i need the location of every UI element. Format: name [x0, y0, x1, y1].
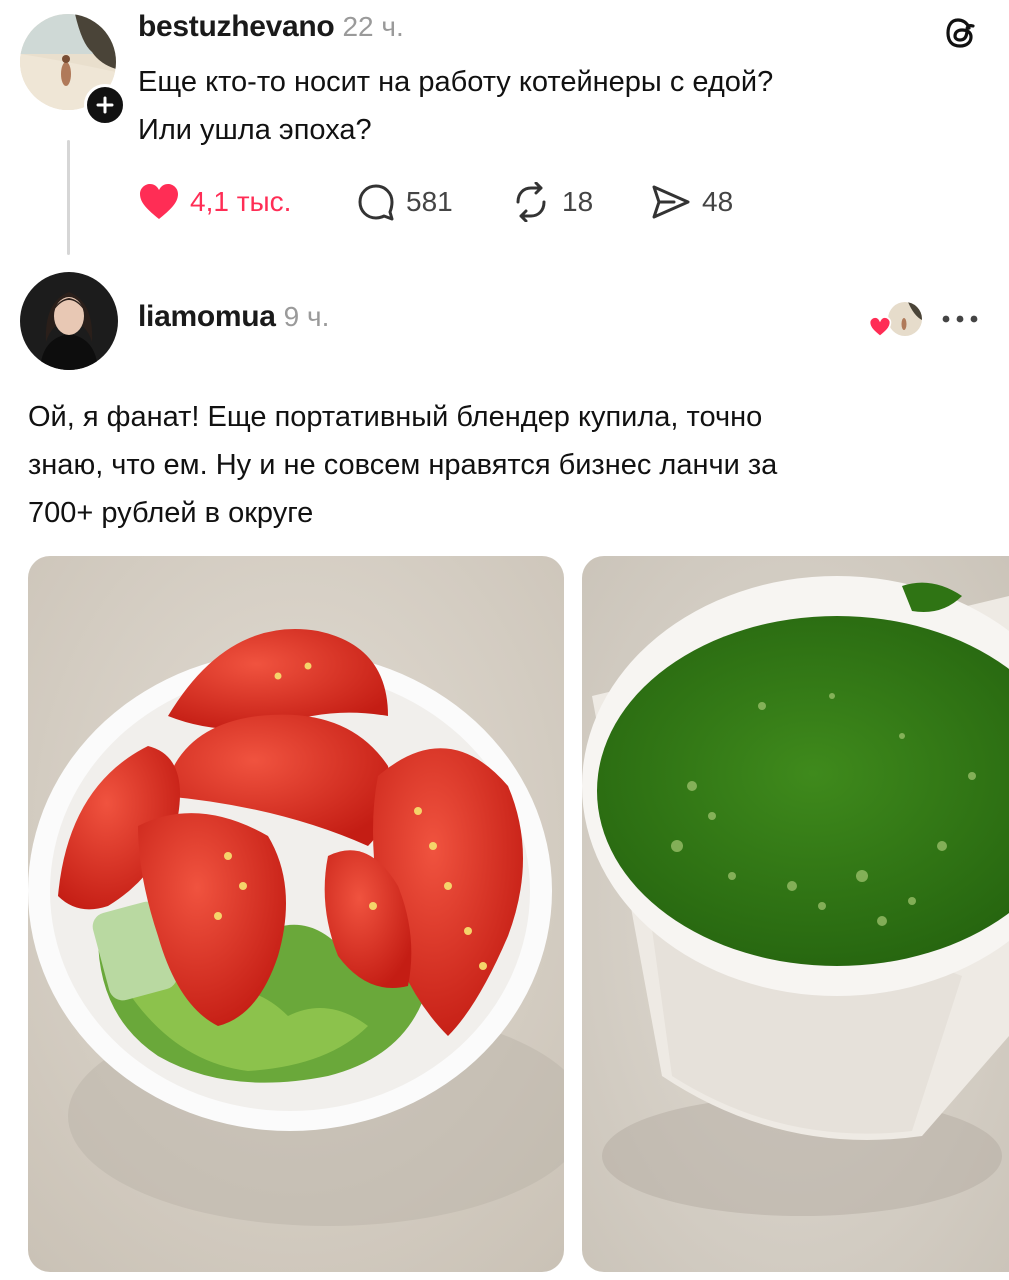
repost-count: 18 [562, 186, 594, 217]
avatar-liamomua[interactable] [20, 272, 118, 370]
reply-time: 9 ч. [283, 301, 330, 332]
comment-icon [358, 184, 394, 221]
post-text-line: Еще кто-то носит на работу котейнеры с е… [138, 66, 774, 98]
reply-text-line: Ой, я фанат! Еще портативный блендер куп… [28, 401, 763, 433]
follow-plus-button[interactable] [84, 84, 126, 126]
like-button[interactable]: 4,1 тыс. [138, 182, 291, 222]
reply-button[interactable]: 581 [356, 182, 453, 222]
reply-count: 581 [406, 186, 453, 217]
share-button[interactable]: 48 [650, 182, 733, 222]
reply-text: Ой, я фанат! Еще портативный блендер куп… [28, 393, 988, 537]
reply-text-line: знаю, что ем. Ну и не совсем нравятся би… [28, 449, 778, 481]
repost-icon [516, 182, 546, 222]
share-icon [652, 185, 690, 219]
avatar-portrait-image [20, 272, 118, 370]
liked-by-author-indicator[interactable] [866, 300, 924, 340]
smoothie-cup-image [582, 556, 1009, 1272]
salad-bowl-image [28, 556, 564, 1272]
like-count: 4,1 тыс. [190, 186, 292, 217]
post-text: Еще кто-то носит на работу котейнеры с е… [138, 58, 988, 154]
post-username[interactable]: bestuzhevano [138, 10, 335, 44]
heart-icon [140, 184, 178, 219]
reply-image-salad[interactable] [28, 556, 564, 1272]
reply-text-line: 700+ рублей в округе [28, 497, 314, 529]
share-count: 48 [702, 186, 734, 217]
reply-image-smoothie[interactable] [582, 556, 1009, 1272]
reply-header: liamomua 9 ч. [138, 300, 329, 340]
heart-icon [868, 316, 892, 338]
post-header: bestuzhevano 22 ч. [138, 10, 404, 50]
reply-username[interactable]: liamomua [138, 300, 276, 334]
thread-connector-line [67, 140, 70, 255]
post-time: 22 ч. [342, 11, 404, 42]
post-text-line: Или ушла эпоха? [138, 114, 372, 146]
more-options-button[interactable] [938, 304, 982, 334]
plus-icon [96, 96, 114, 114]
repost-button[interactable]: 18 [510, 182, 593, 222]
threads-logo-icon[interactable] [940, 12, 982, 54]
more-icon [942, 315, 978, 323]
